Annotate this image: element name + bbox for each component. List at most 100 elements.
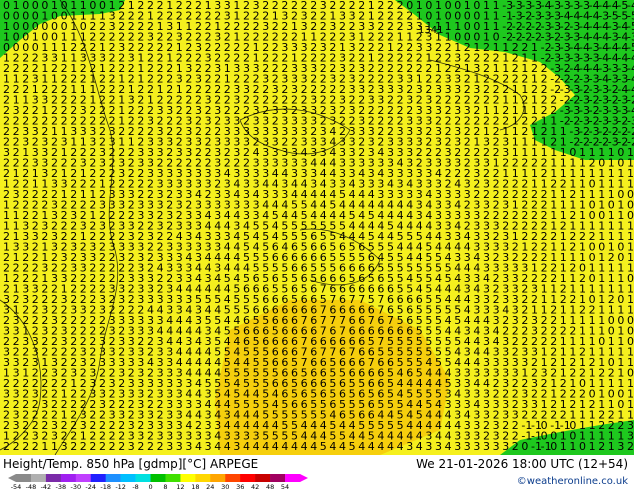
temp-value: 3 — [233, 440, 240, 453]
temp-value: 2 — [598, 440, 605, 453]
temp-value: 2 — [157, 440, 164, 453]
temp-value: 1 — [608, 440, 615, 453]
temp-value: 4 — [272, 440, 279, 453]
temp-value: 2 — [13, 440, 20, 453]
temp-value: 2 — [80, 440, 87, 453]
colorbar-tick-label: 30 — [221, 483, 229, 490]
temp-value: 4 — [281, 440, 288, 453]
temp-value: 3 — [128, 440, 135, 453]
colorbar-swatch — [105, 474, 121, 482]
colorbar-swatch — [45, 474, 62, 482]
colorbar-tick-label: 0 — [148, 483, 152, 490]
temp-value: 4 — [195, 440, 202, 453]
map-title: Height/Temp. 850 hPa [gdmp][°C] ARPEGE — [3, 457, 258, 471]
colorbar-arrow-left — [8, 474, 16, 482]
colorbar-swatch — [60, 474, 77, 482]
footer-bar: Height/Temp. 850 hPa [gdmp][°C] ARPEGE W… — [0, 455, 634, 490]
colorbar-swatch — [225, 474, 241, 482]
temp-value: 1 — [41, 440, 48, 453]
temp-value: 0 — [579, 440, 586, 453]
variable-label: Height/Temp. 850 hPa [gdmp][°C] — [3, 457, 206, 471]
temp-value: 2 — [512, 440, 519, 453]
pressure-marker: 1341 — [418, 25, 443, 36]
credit-link[interactable]: ©weatheronline.co.uk — [517, 476, 628, 487]
temp-value: 3 — [205, 440, 212, 453]
temp-value: 1 — [560, 440, 567, 453]
colorbar-tick-label: 24 — [206, 483, 214, 490]
colorbar-swatch — [195, 474, 211, 482]
temp-value: 4 — [387, 440, 394, 453]
temp-value: 4 — [339, 440, 346, 453]
temp-value: 2 — [70, 440, 77, 453]
temp-value: 2 — [118, 440, 125, 453]
temp-value: 5 — [320, 440, 327, 453]
colorbar-swatch — [135, 474, 151, 482]
temp-value: 4 — [301, 440, 308, 453]
colorbar-swatch — [240, 474, 256, 482]
temp-value: 3 — [425, 440, 432, 453]
colorbar-swatch — [165, 474, 181, 482]
temp-value: 2 — [137, 440, 144, 453]
colorbar-tick-label: -30 — [70, 483, 81, 490]
temp-value: 3 — [473, 440, 480, 453]
temp-value: 3 — [435, 440, 442, 453]
temp-value: 5 — [349, 440, 356, 453]
model-label: ARPEGE — [210, 457, 258, 471]
colorbar-swatch — [255, 474, 271, 482]
colorbar-swatch — [30, 474, 47, 482]
temp-value: 2 — [99, 440, 106, 453]
colorbar-tick-label: -18 — [100, 483, 111, 490]
colorbar-swatch — [180, 474, 196, 482]
temp-value: 2 — [3, 440, 10, 453]
colorbar-tick-label: -48 — [26, 483, 37, 490]
colorbar-tick-label: 36 — [236, 483, 244, 490]
colorbar-swatch — [16, 474, 32, 482]
temp-value: 1 — [589, 440, 596, 453]
temp-value: 4 — [310, 440, 317, 453]
colorbar-swatch — [270, 474, 286, 482]
colorbar-tick-label: 54 — [281, 483, 289, 490]
temp-value: 4 — [368, 440, 375, 453]
temp-value: 0 — [521, 440, 528, 453]
temp-value: 4 — [243, 440, 250, 453]
temp-value: 3 — [406, 440, 413, 453]
colorbar-legend: -54 -48 -42 -38 -30 -24 -18 -12 -8 0 8 12 18 24 30 36 42… — [8, 474, 308, 490]
colorbar-swatch — [120, 474, 136, 482]
temp-value: 2 — [89, 440, 96, 453]
colorbar-tick-label: -38 — [56, 483, 67, 490]
weather-map-screen: 0100010110012122212221331232222223222212… — [0, 0, 634, 490]
colorbar-swatch — [210, 474, 226, 482]
temp-value: 4 — [377, 440, 384, 453]
temp-value: 3 — [166, 440, 173, 453]
temp-value: 1 — [569, 440, 576, 453]
temp-value: 2 — [147, 440, 154, 453]
temp-value: 3 — [464, 440, 471, 453]
temperature-map: 0100010110012122212221331232222223222212… — [0, 0, 634, 455]
temp-value: 4 — [262, 440, 269, 453]
temp-value: 2 — [627, 440, 634, 453]
temp-value: 4 — [416, 440, 423, 453]
colorbar-tick-label: -54 — [11, 483, 22, 490]
temp-value: 3 — [502, 440, 509, 453]
temp-value: 3 — [185, 440, 192, 453]
temp-value: 4 — [291, 440, 298, 453]
colorbar-tick-label: 48 — [266, 483, 274, 490]
temp-value: 4 — [358, 440, 365, 453]
temp-value: 4 — [224, 440, 231, 453]
colorbar-tick-label: 8 — [163, 483, 167, 490]
colorbar-swatch — [75, 474, 92, 482]
temp-value: 3 — [493, 440, 500, 453]
colorbar-tick-label: -8 — [132, 483, 138, 490]
colorbar-swatch — [285, 474, 301, 482]
temp-value: 4 — [329, 440, 336, 453]
temp-value: 3 — [617, 440, 624, 453]
temp-value: 4 — [253, 440, 260, 453]
temp-value: 1 — [51, 440, 58, 453]
colorbar-tick-label: 12 — [176, 483, 184, 490]
temp-value: 3 — [483, 440, 490, 453]
colorbar-swatch — [90, 474, 106, 482]
temp-value: 4 — [445, 440, 452, 453]
valid-time: We 21-01-2026 18:00 UTC (12+54) — [416, 457, 628, 471]
temp-value: 4 — [397, 440, 404, 453]
colorbar-tick-label: -12 — [115, 483, 126, 490]
